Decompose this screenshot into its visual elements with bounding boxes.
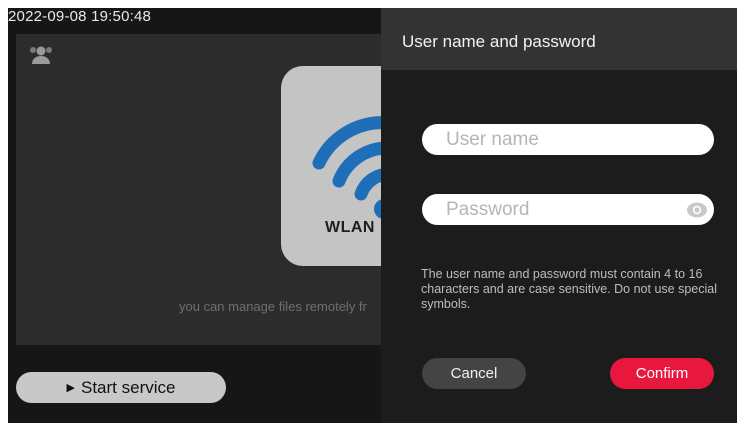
username-field[interactable]: User name	[422, 124, 714, 155]
start-service-label: Start service	[80, 377, 176, 397]
eye-icon[interactable]	[686, 200, 708, 220]
credentials-note: The user name and password must contain …	[421, 267, 717, 311]
users-icon	[30, 46, 52, 64]
cancel-button[interactable]: Cancel	[422, 358, 526, 389]
confirm-button[interactable]: Confirm	[610, 358, 714, 389]
dialog-title: User name and password	[402, 32, 596, 51]
device-screen: 2022-09-08 19:50:48 WLAN you can manage …	[8, 8, 737, 423]
dialog-header: User name and password	[381, 8, 737, 70]
play-triangle-icon: ▶	[66, 382, 75, 394]
username-placeholder: User name	[446, 129, 539, 150]
wlan-label: WLAN	[325, 219, 375, 236]
main-panel: WLAN you can manage files remotely fr	[16, 34, 441, 345]
remote-management-text: you can manage files remotely fr	[179, 299, 367, 314]
credentials-dialog: User name and password User name Passwor…	[381, 8, 737, 423]
password-field[interactable]: Password	[422, 194, 714, 225]
timestamp: 2022-09-08 19:50:48	[8, 8, 152, 25]
start-service-button[interactable]: ▶ Start service	[16, 372, 226, 403]
password-placeholder: Password	[446, 199, 530, 220]
